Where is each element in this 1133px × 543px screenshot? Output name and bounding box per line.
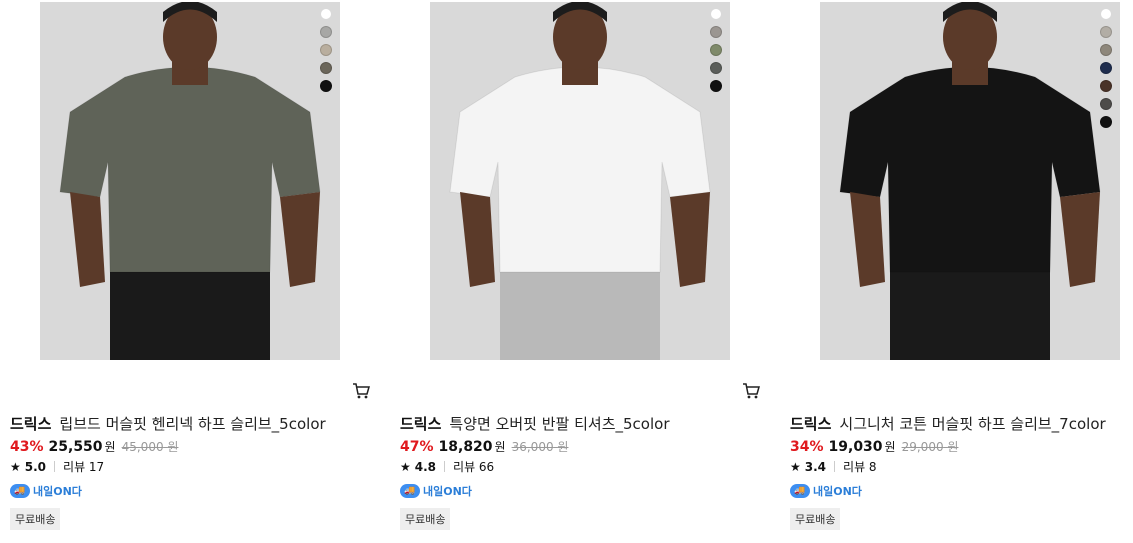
rating-score: 5.0 (24, 459, 47, 474)
star-icon: ★ (400, 459, 411, 474)
cart-icon[interactable] (352, 382, 370, 400)
color-swatch[interactable] (320, 62, 332, 74)
free-shipping-badge: 무료배송 (400, 508, 451, 530)
sale-price: 18,820 (438, 439, 493, 455)
color-swatch[interactable] (1100, 98, 1112, 110)
star-icon: ★ (790, 459, 801, 474)
rating-score: 4.8 (414, 459, 437, 474)
divider (54, 461, 56, 472)
product-card[interactable]: 드릭스 특양면 오버핏 반팔 티셔츠_5color 47% 18,820 원 36,00… (400, 0, 760, 543)
color-swatches (320, 8, 332, 92)
delivery-truck-icon: 🚚 (400, 484, 420, 498)
delivery-label: 내일ON다 (423, 485, 472, 498)
original-price: 29,000 원 (901, 440, 959, 454)
color-swatches (1100, 8, 1112, 128)
delivery-badge: 🚚 내일ON다 (400, 483, 472, 499)
review-count: 리뷰 17 (63, 460, 105, 474)
color-swatch[interactable] (320, 80, 332, 92)
color-swatch[interactable] (710, 44, 722, 56)
delivery-badge: 🚚 내일ON다 (10, 483, 82, 499)
free-shipping-badge: 무료배송 (10, 508, 61, 530)
product-name: 특양면 오버핏 반팔 티셔츠_5color (449, 415, 670, 433)
discount-rate: 47% (400, 439, 434, 455)
model-illustration (430, 2, 730, 360)
product-card[interactable]: 드릭스 립브드 머슬핏 헨리넥 하프 슬리브_5color 43% 25,550 원 4… (10, 0, 370, 543)
color-swatch[interactable] (1100, 44, 1112, 56)
free-shipping-badge: 무료배송 (790, 508, 841, 530)
discount-rate: 34% (790, 439, 824, 455)
brand-name: 드릭스 (10, 415, 52, 433)
color-swatch[interactable] (320, 8, 332, 20)
original-price: 45,000 원 (121, 440, 179, 454)
product-title[interactable]: 드릭스 시그니처 코튼 머슬핏 하프 슬리브_7color (790, 413, 1106, 434)
color-swatch[interactable] (1100, 80, 1112, 92)
product-title[interactable]: 드릭스 특양면 오버핏 반팔 티셔츠_5color (400, 413, 670, 434)
product-name: 립브드 머슬핏 헨리넥 하프 슬리브_5color (59, 415, 326, 433)
product-image[interactable] (820, 2, 1120, 360)
sale-price: 25,550 (48, 439, 103, 455)
rating-row: ★ 5.0 리뷰 17 (10, 458, 104, 475)
color-swatch[interactable] (710, 62, 722, 74)
rating-row: ★ 4.8 리뷰 66 (400, 458, 494, 475)
price-row: 34% 19,030 원 29,000 원 (790, 438, 958, 455)
brand-name: 드릭스 (400, 415, 442, 433)
color-swatch[interactable] (1100, 116, 1112, 128)
review-count: 리뷰 66 (453, 460, 495, 474)
model-illustration (40, 2, 340, 360)
color-swatch[interactable] (710, 26, 722, 38)
currency-label: 원 (104, 440, 116, 454)
delivery-truck-icon: 🚚 (790, 484, 810, 498)
product-name: 시그니처 코튼 머슬핏 하프 슬리브_7color (839, 415, 1106, 433)
color-swatch[interactable] (710, 80, 722, 92)
review-count: 리뷰 8 (843, 460, 877, 474)
rating-row: ★ 3.4 리뷰 8 (790, 458, 877, 475)
currency-label: 원 (884, 440, 896, 454)
color-swatch[interactable] (1100, 62, 1112, 74)
delivery-truck-icon: 🚚 (10, 484, 30, 498)
rating-score: 3.4 (804, 459, 827, 474)
color-swatch[interactable] (710, 8, 722, 20)
cart-icon[interactable] (742, 382, 760, 400)
divider (444, 461, 446, 472)
product-card[interactable]: 드릭스 시그니처 코튼 머슬핏 하프 슬리브_7color 34% 19,030 원 2… (790, 0, 1130, 543)
delivery-label: 내일ON다 (813, 485, 862, 498)
product-title[interactable]: 드릭스 립브드 머슬핏 헨리넥 하프 슬리브_5color (10, 413, 326, 434)
color-swatches (710, 8, 722, 92)
price-row: 47% 18,820 원 36,000 원 (400, 438, 568, 455)
color-swatch[interactable] (1100, 8, 1112, 20)
brand-name: 드릭스 (790, 415, 832, 433)
original-price: 36,000 원 (511, 440, 569, 454)
color-swatch[interactable] (1100, 26, 1112, 38)
discount-rate: 43% (10, 439, 44, 455)
color-swatch[interactable] (320, 26, 332, 38)
price-row: 43% 25,550 원 45,000 원 (10, 438, 178, 455)
currency-label: 원 (494, 440, 506, 454)
delivery-badge: 🚚 내일ON다 (790, 483, 862, 499)
sale-price: 19,030 (828, 439, 883, 455)
color-swatch[interactable] (320, 44, 332, 56)
product-image[interactable] (430, 2, 730, 360)
delivery-label: 내일ON다 (33, 485, 82, 498)
divider (834, 461, 836, 472)
product-image[interactable] (40, 2, 340, 360)
model-illustration (820, 2, 1120, 360)
star-icon: ★ (10, 459, 21, 474)
